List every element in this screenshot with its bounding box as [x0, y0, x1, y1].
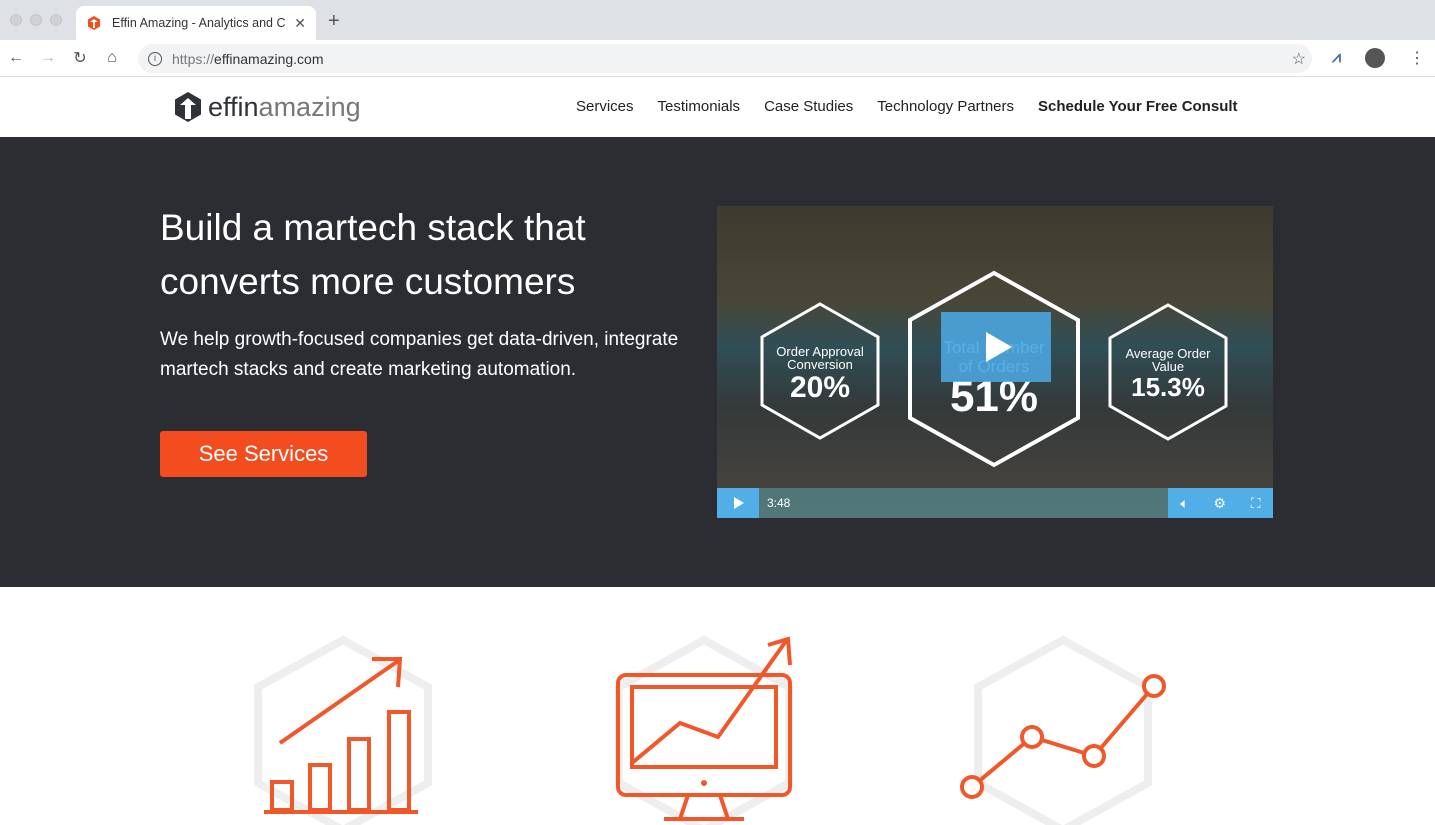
logo-text-bold: effin — [208, 91, 259, 122]
stat-hex: Average Order Value 15.3% — [1107, 302, 1229, 442]
nav-services[interactable]: Services — [576, 98, 634, 115]
stat-value: 15.3% — [1131, 372, 1205, 402]
browser-tab[interactable]: Effin Amazing - Analytics and C ✕ — [76, 6, 316, 40]
features-section — [0, 587, 1435, 825]
hero-subtext: We help growth-focused companies get dat… — [160, 329, 679, 380]
browser-toolbar: ← → ↻ ⌂ i https://effinamazing.com ☆ ⩘ ⋮ — [0, 40, 1435, 77]
reload-icon[interactable]: ↻ — [64, 48, 96, 68]
line-graph-icon — [960, 635, 1166, 825]
hero-headline: Build a martech stack that converts more… — [160, 207, 586, 302]
site-favicon-icon — [88, 16, 100, 30]
url-host: effinamazing.com — [214, 50, 324, 67]
video-duration: 3:48 — [767, 496, 791, 510]
bookmark-star-icon[interactable]: ☆ — [1292, 49, 1306, 69]
stat-hex: Order Approval Conversion 20% — [759, 301, 881, 441]
back-icon[interactable]: ← — [0, 49, 32, 67]
see-services-button[interactable]: See Services — [160, 431, 367, 477]
settings-gear-icon[interactable]: ⚙ — [1214, 495, 1227, 512]
address-bar[interactable]: i https://effinamazing.com ☆ — [138, 44, 1312, 73]
profile-avatar[interactable] — [1365, 48, 1385, 68]
volume-icon[interactable]: 🔈︎ — [1180, 495, 1188, 512]
window-controls[interactable] — [10, 14, 62, 26]
nav-testimonials[interactable]: Testimonials — [658, 98, 741, 115]
monitor-growth-icon — [615, 635, 793, 825]
nav-case-studies[interactable]: Case Studies — [764, 98, 853, 115]
big-play-button[interactable] — [941, 312, 1051, 382]
extension-icon[interactable]: ⩘ — [1332, 49, 1341, 67]
logo-icon — [175, 92, 201, 122]
stat-value: 20% — [789, 371, 851, 404]
fullscreen-icon[interactable]: ⛶ — [1251, 495, 1261, 512]
growth-bar-chart-icon — [254, 635, 432, 825]
menu-icon[interactable]: ⋮ — [1409, 48, 1425, 68]
site-logo[interactable]: effin amazing — [174, 91, 361, 123]
close-tab-icon[interactable]: ✕ — [294, 15, 306, 32]
play-button[interactable] — [717, 488, 759, 518]
logo-text-light: amazing — [258, 91, 361, 122]
video-player[interactable]: Order Approval Conversion 20% Total Numb… — [717, 206, 1273, 518]
video-controls: 3:48 🔈︎ ⚙ ⛶ — [717, 488, 1273, 518]
stat-label: Average Order Value — [1125, 346, 1211, 374]
forward-icon[interactable]: → — [32, 49, 64, 67]
new-tab-button[interactable]: + — [328, 10, 340, 33]
tab-title: Effin Amazing - Analytics and C — [112, 16, 286, 30]
main-nav: Services Testimonials Case Studies Techn… — [576, 98, 1238, 115]
browser-tab-bar: Effin Amazing - Analytics and C ✕ + — [0, 0, 1435, 40]
info-icon[interactable]: i — [148, 51, 162, 66]
site-header: effin amazing Services Testimonials Case … — [0, 77, 1435, 136]
nav-technology-partners[interactable]: Technology Partners — [877, 98, 1014, 115]
hero-section: Build a martech stack that converts more… — [0, 137, 1435, 587]
url-scheme: https:// — [172, 50, 215, 67]
stat-label: Order Approval Conversion — [776, 344, 864, 372]
home-icon[interactable]: ⌂ — [96, 49, 128, 67]
nav-schedule-consult[interactable]: Schedule Your Free Consult — [1038, 98, 1237, 115]
